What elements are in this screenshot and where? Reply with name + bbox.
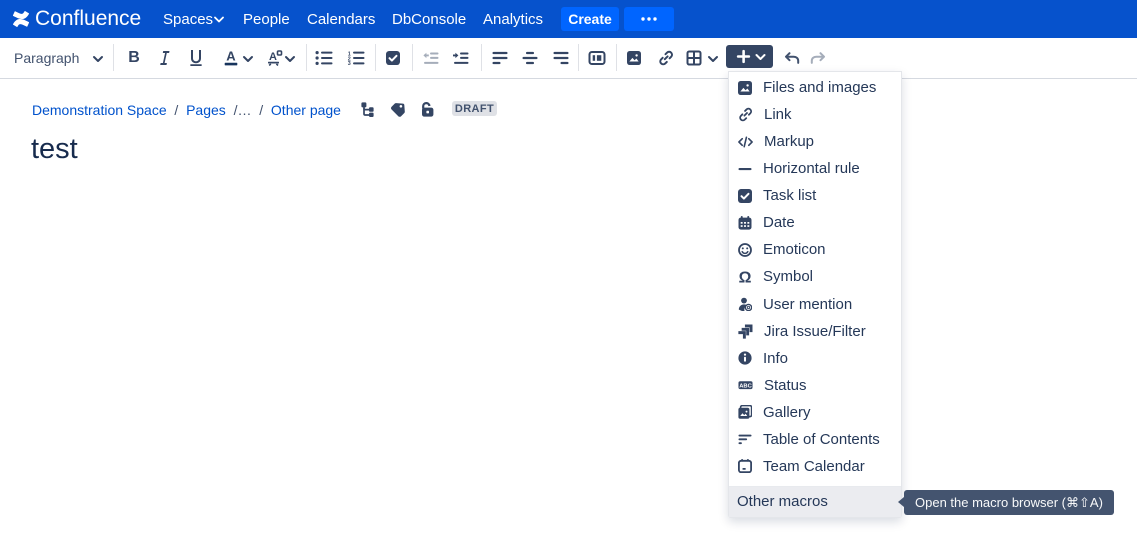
svg-text:Ω: Ω xyxy=(739,270,752,284)
svg-text:ABC: ABC xyxy=(739,384,752,390)
svg-text:A: A xyxy=(269,51,277,63)
svg-text:A: A xyxy=(226,50,236,64)
svg-text:3: 3 xyxy=(348,61,351,65)
